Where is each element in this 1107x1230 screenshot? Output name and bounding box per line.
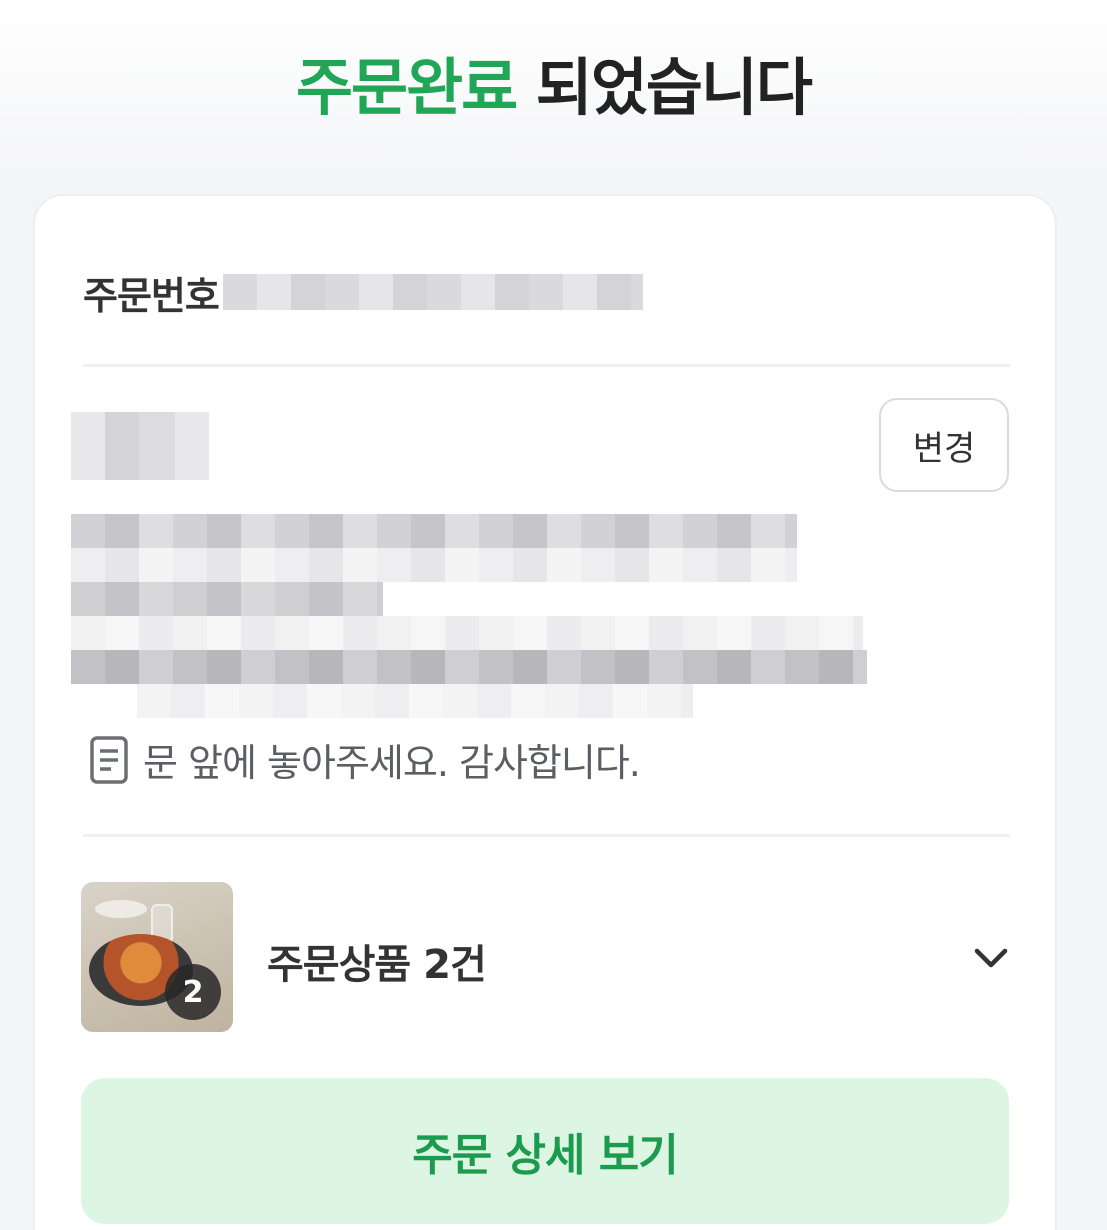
address-redacted-line [71, 650, 867, 684]
product-count-badge: 2 [165, 964, 221, 1020]
page-title: 주문완료 되었습니다 [0, 52, 1107, 124]
delivery-memo-text: 문 앞에 놓아주세요. 감사합니다. [143, 741, 641, 785]
ordered-products-label: 주문상품 2건 [267, 942, 487, 988]
order-detail-button[interactable]: 주문 상세 보기 [81, 1078, 1009, 1224]
recipient-name-redacted [71, 412, 209, 480]
order-number-redacted [222, 274, 643, 310]
address-redacted-line [71, 548, 797, 582]
order-number-row: 주문번호 [83, 262, 643, 322]
product-thumbnail: 2 [81, 882, 233, 1032]
delivery-memo: 문 앞에 놓아주세요. 감사합니다. [89, 732, 641, 787]
order-summary-card: 주문번호 변경 문 앞에 놓아주세요. 감사합니다. 2 주문상품 2건 주문 … [33, 194, 1057, 1230]
order-number-label: 주문번호 [83, 273, 220, 318]
divider [83, 834, 1010, 837]
address-redacted-line [71, 582, 383, 616]
page-title-rest: 되었습니다 [516, 51, 813, 124]
address-redacted-line [71, 616, 863, 650]
ordered-products-toggle[interactable]: 2 주문상품 2건 [81, 882, 1011, 1034]
plate-shape [95, 900, 147, 918]
chevron-down-icon[interactable] [971, 938, 1011, 978]
address-redacted-line [137, 684, 693, 718]
memo-icon [90, 735, 128, 784]
divider [83, 364, 1010, 367]
change-address-button[interactable]: 변경 [879, 398, 1009, 492]
page-title-accent: 주문완료 [296, 51, 518, 124]
address-redacted-line [71, 514, 797, 548]
order-complete-page: 주문완료 되었습니다 주문번호 변경 문 앞에 놓아주세요. 감사합니다. 2 … [0, 0, 1107, 1230]
